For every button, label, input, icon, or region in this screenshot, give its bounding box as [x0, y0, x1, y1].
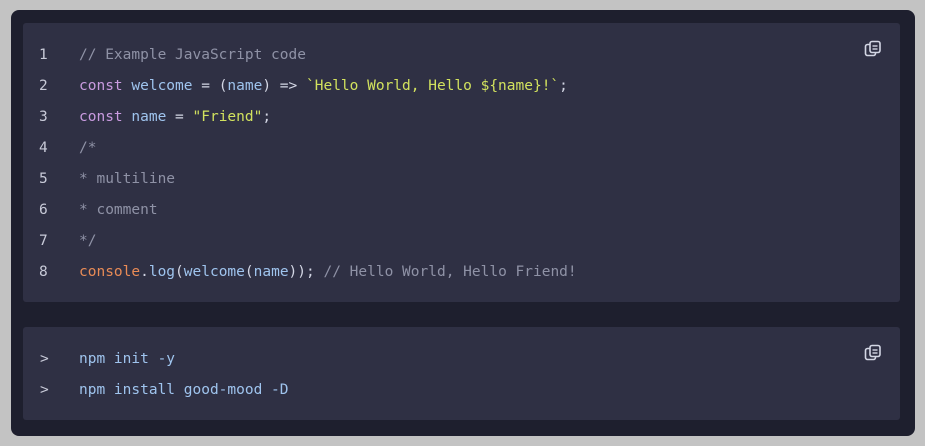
- code-viewer-frame: 1 // Example JavaScript code 2 const welcom…: [11, 10, 915, 436]
- code-token: ;: [559, 78, 568, 94]
- copy-icon: [864, 344, 881, 361]
- line-number: 2: [39, 78, 48, 94]
- code-token: =: [166, 109, 193, 125]
- code-token: log: [148, 264, 176, 280]
- code-text: // Example JavaScript code: [79, 45, 306, 65]
- prompt-chevron-icon: >: [40, 382, 49, 398]
- line-number: 4: [39, 140, 48, 156]
- code-text: const welcome = (name) => `Hello World, …: [79, 76, 568, 96]
- code-token: console: [79, 264, 141, 280]
- code-token: name: [227, 78, 263, 94]
- code-token: // Example JavaScript code: [79, 47, 306, 63]
- code-token: // Hello World, Hello Friend!: [314, 264, 577, 280]
- code-token: ) =>: [262, 78, 306, 94]
- code-text: console.log(welcome(name)); // Hello Wor…: [79, 262, 577, 282]
- code-token: /*: [79, 140, 97, 156]
- code-token: = (: [192, 78, 228, 94]
- copy-icon: [864, 40, 881, 57]
- terminal-block: > npm init -y > npm install good-mood -D: [23, 327, 900, 420]
- prompt-chevron-icon: >: [40, 351, 49, 367]
- line-number: 3: [39, 109, 48, 125]
- code-token: * comment: [79, 202, 158, 218]
- line-number: 7: [39, 233, 48, 249]
- code-token: ;: [262, 109, 272, 125]
- code-token: ));: [288, 264, 315, 280]
- code-token: welcome: [131, 78, 193, 94]
- code-token: const: [79, 109, 123, 125]
- line-number: 5: [39, 171, 48, 187]
- code-block: 1 // Example JavaScript code 2 const welcom…: [23, 23, 900, 302]
- line-number: 6: [39, 202, 48, 218]
- code-token: .: [140, 264, 149, 280]
- code-token: (: [175, 264, 184, 280]
- code-token: */: [79, 233, 97, 249]
- copy-terminal-button[interactable]: [864, 344, 882, 362]
- code-text: const name = "Friend";: [79, 107, 271, 127]
- copy-code-button[interactable]: [864, 40, 882, 58]
- code-token: `Hello World, Hello ${name}!`: [306, 78, 560, 94]
- code-token: (: [244, 264, 254, 280]
- code-token: welcome: [183, 264, 245, 280]
- code-text: * comment: [79, 200, 158, 220]
- code-text: /*: [79, 138, 96, 158]
- code-token: * multiline: [79, 171, 176, 187]
- line-number: 1: [39, 47, 48, 63]
- line-number: 8: [39, 264, 48, 280]
- code-text: */: [79, 231, 96, 251]
- code-token: name: [131, 109, 167, 125]
- code-token: const: [79, 78, 123, 94]
- code-token: "Friend": [192, 109, 263, 125]
- terminal-command: npm init -y: [79, 351, 176, 367]
- code-text: * multiline: [79, 169, 175, 189]
- terminal-command: npm install good-mood -D: [79, 382, 289, 398]
- code-token: name: [253, 264, 289, 280]
